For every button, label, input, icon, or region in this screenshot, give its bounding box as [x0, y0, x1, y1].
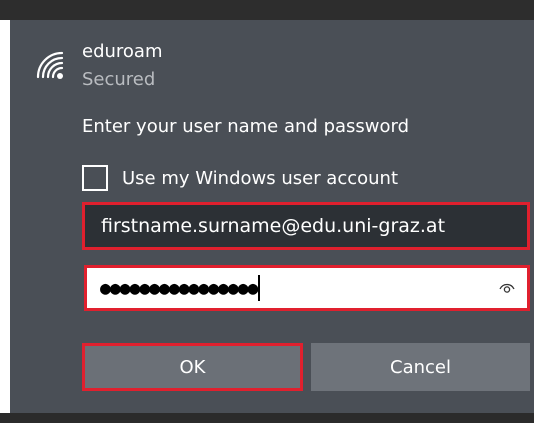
password-value: ●●●●●●●●●●●●●●●● — [100, 277, 258, 299]
password-field[interactable]: ●●●●●●●●●●●●●●●● — [84, 265, 530, 311]
network-status: Secured — [82, 69, 156, 90]
bottom-bar — [0, 413, 534, 423]
cancel-button[interactable]: Cancel — [311, 343, 530, 391]
credentials-prompt: Enter your user name and password — [82, 116, 410, 137]
ok-button[interactable]: OK — [82, 343, 303, 391]
text-caret — [258, 275, 261, 301]
username-field[interactable]: firstname.surname@edu.uni-graz.at — [82, 202, 530, 250]
wifi-secured-icon — [36, 51, 64, 79]
use-windows-account-checkbox[interactable] — [82, 165, 108, 191]
wifi-credentials-dialog: eduroam Secured Enter your user name and… — [0, 0, 534, 423]
reveal-password-icon[interactable] — [499, 281, 515, 295]
top-bar — [0, 0, 534, 20]
username-value: firstname.surname@edu.uni-graz.at — [101, 215, 446, 237]
use-windows-account-option[interactable]: Use my Windows user account — [82, 162, 398, 194]
ok-button-label: OK — [179, 356, 206, 378]
cancel-button-label: Cancel — [390, 356, 451, 378]
network-name: eduroam — [82, 41, 163, 62]
use-windows-account-label: Use my Windows user account — [122, 167, 399, 189]
